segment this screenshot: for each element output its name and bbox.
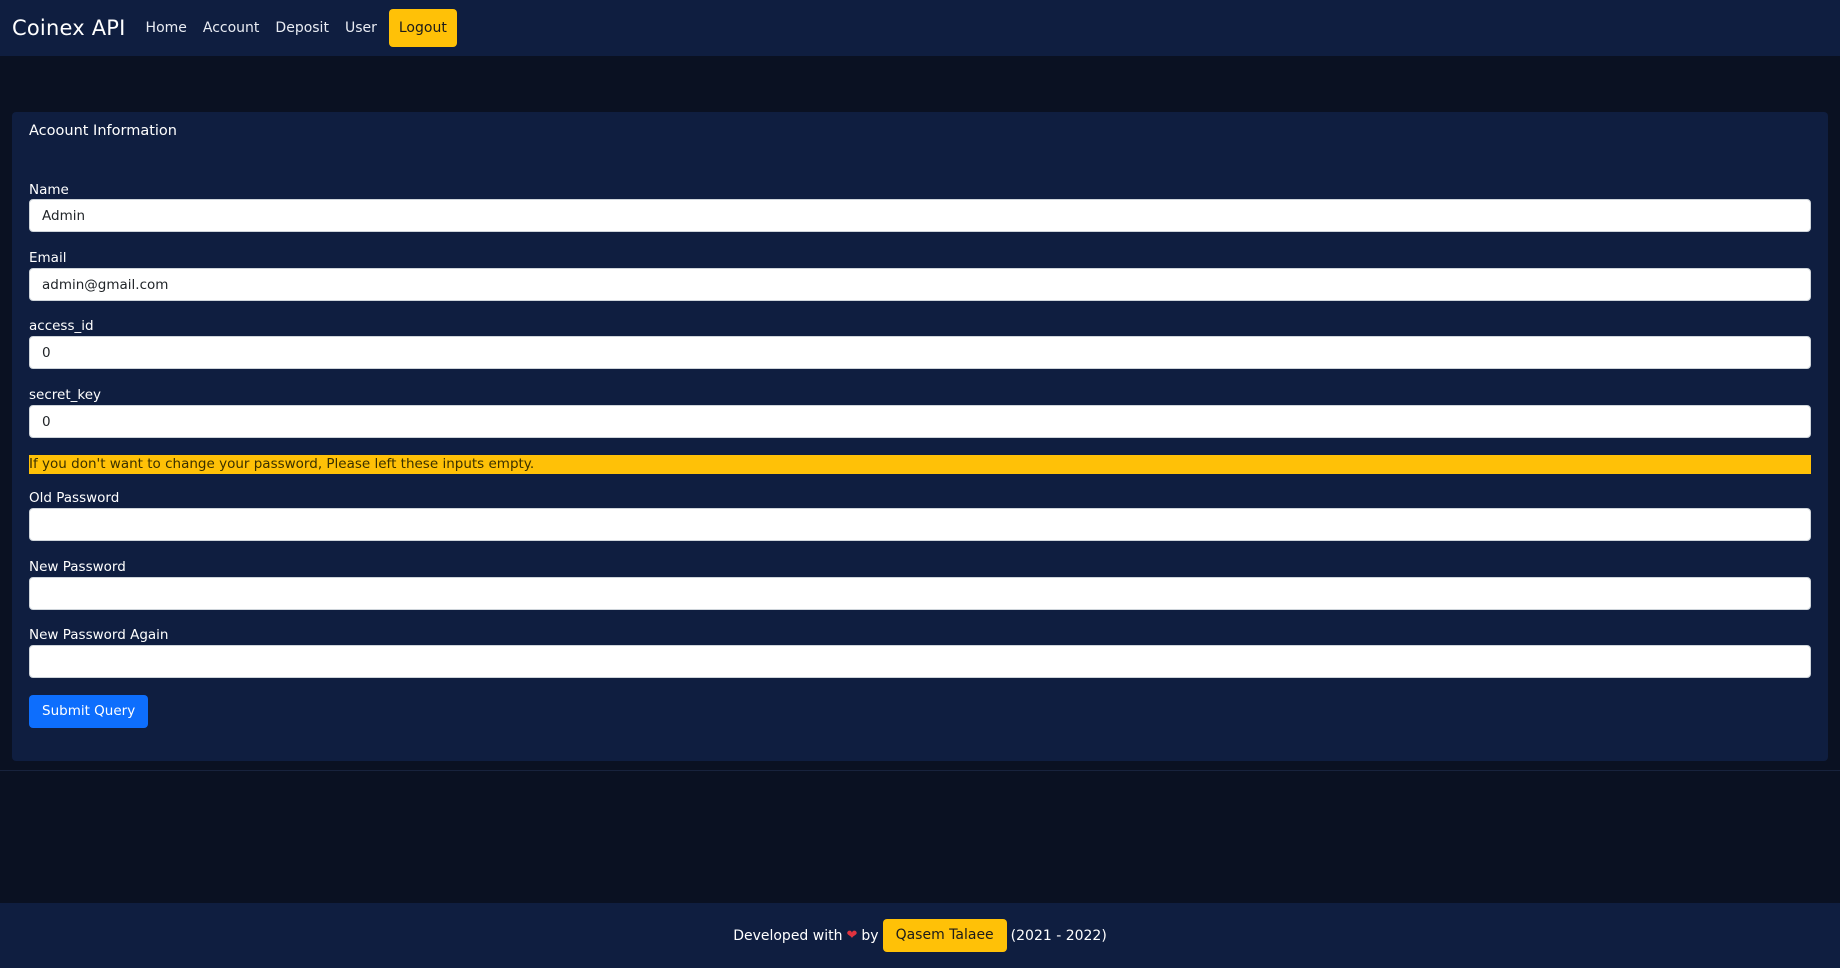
email-label: Email — [29, 250, 67, 266]
nav-link-user[interactable]: User — [337, 20, 385, 36]
new-password-input[interactable] — [29, 577, 1811, 610]
top-navbar: Coinex API Home Account Deposit User Log… — [0, 0, 1840, 56]
name-label: Name — [29, 182, 69, 198]
nav-link-account[interactable]: Account — [195, 20, 268, 36]
submit-query-button[interactable]: Submit Query — [29, 695, 149, 728]
logout-button[interactable]: Logout — [388, 9, 457, 47]
page-footer: Developed with ❤ by Qasem Talaee (2021 -… — [0, 903, 1840, 968]
name-input[interactable] — [29, 199, 1811, 232]
account-information-card: Acoount Information Name Email access_id… — [12, 112, 1828, 761]
new-password-again-input[interactable] — [29, 645, 1811, 678]
nav-link-deposit[interactable]: Deposit — [267, 20, 337, 36]
brand-logo[interactable]: Coinex API — [12, 16, 126, 40]
access-id-label: access_id — [29, 318, 94, 334]
password-notice-alert: If you don't want to change your passwor… — [29, 455, 1811, 474]
old-password-label: Old Password — [29, 490, 120, 506]
old-password-input[interactable] — [29, 508, 1811, 541]
nav-link-home[interactable]: Home — [138, 20, 195, 36]
access-id-input[interactable] — [29, 336, 1811, 369]
section-divider — [0, 770, 1840, 771]
footer-years-text: (2021 - 2022) — [1010, 927, 1107, 944]
new-password-again-label: New Password Again — [29, 627, 169, 643]
card-title: Acoount Information — [29, 123, 177, 139]
new-password-label: New Password — [29, 559, 126, 575]
heart-icon: ❤ — [846, 928, 858, 943]
secret-key-input[interactable] — [29, 405, 1811, 438]
email-input[interactable] — [29, 268, 1811, 301]
footer-by-text: by — [861, 927, 879, 944]
footer-prefix-text: Developed with — [733, 927, 843, 944]
author-button[interactable]: Qasem Talaee — [882, 919, 1007, 952]
secret-key-label: secret_key — [29, 387, 101, 403]
